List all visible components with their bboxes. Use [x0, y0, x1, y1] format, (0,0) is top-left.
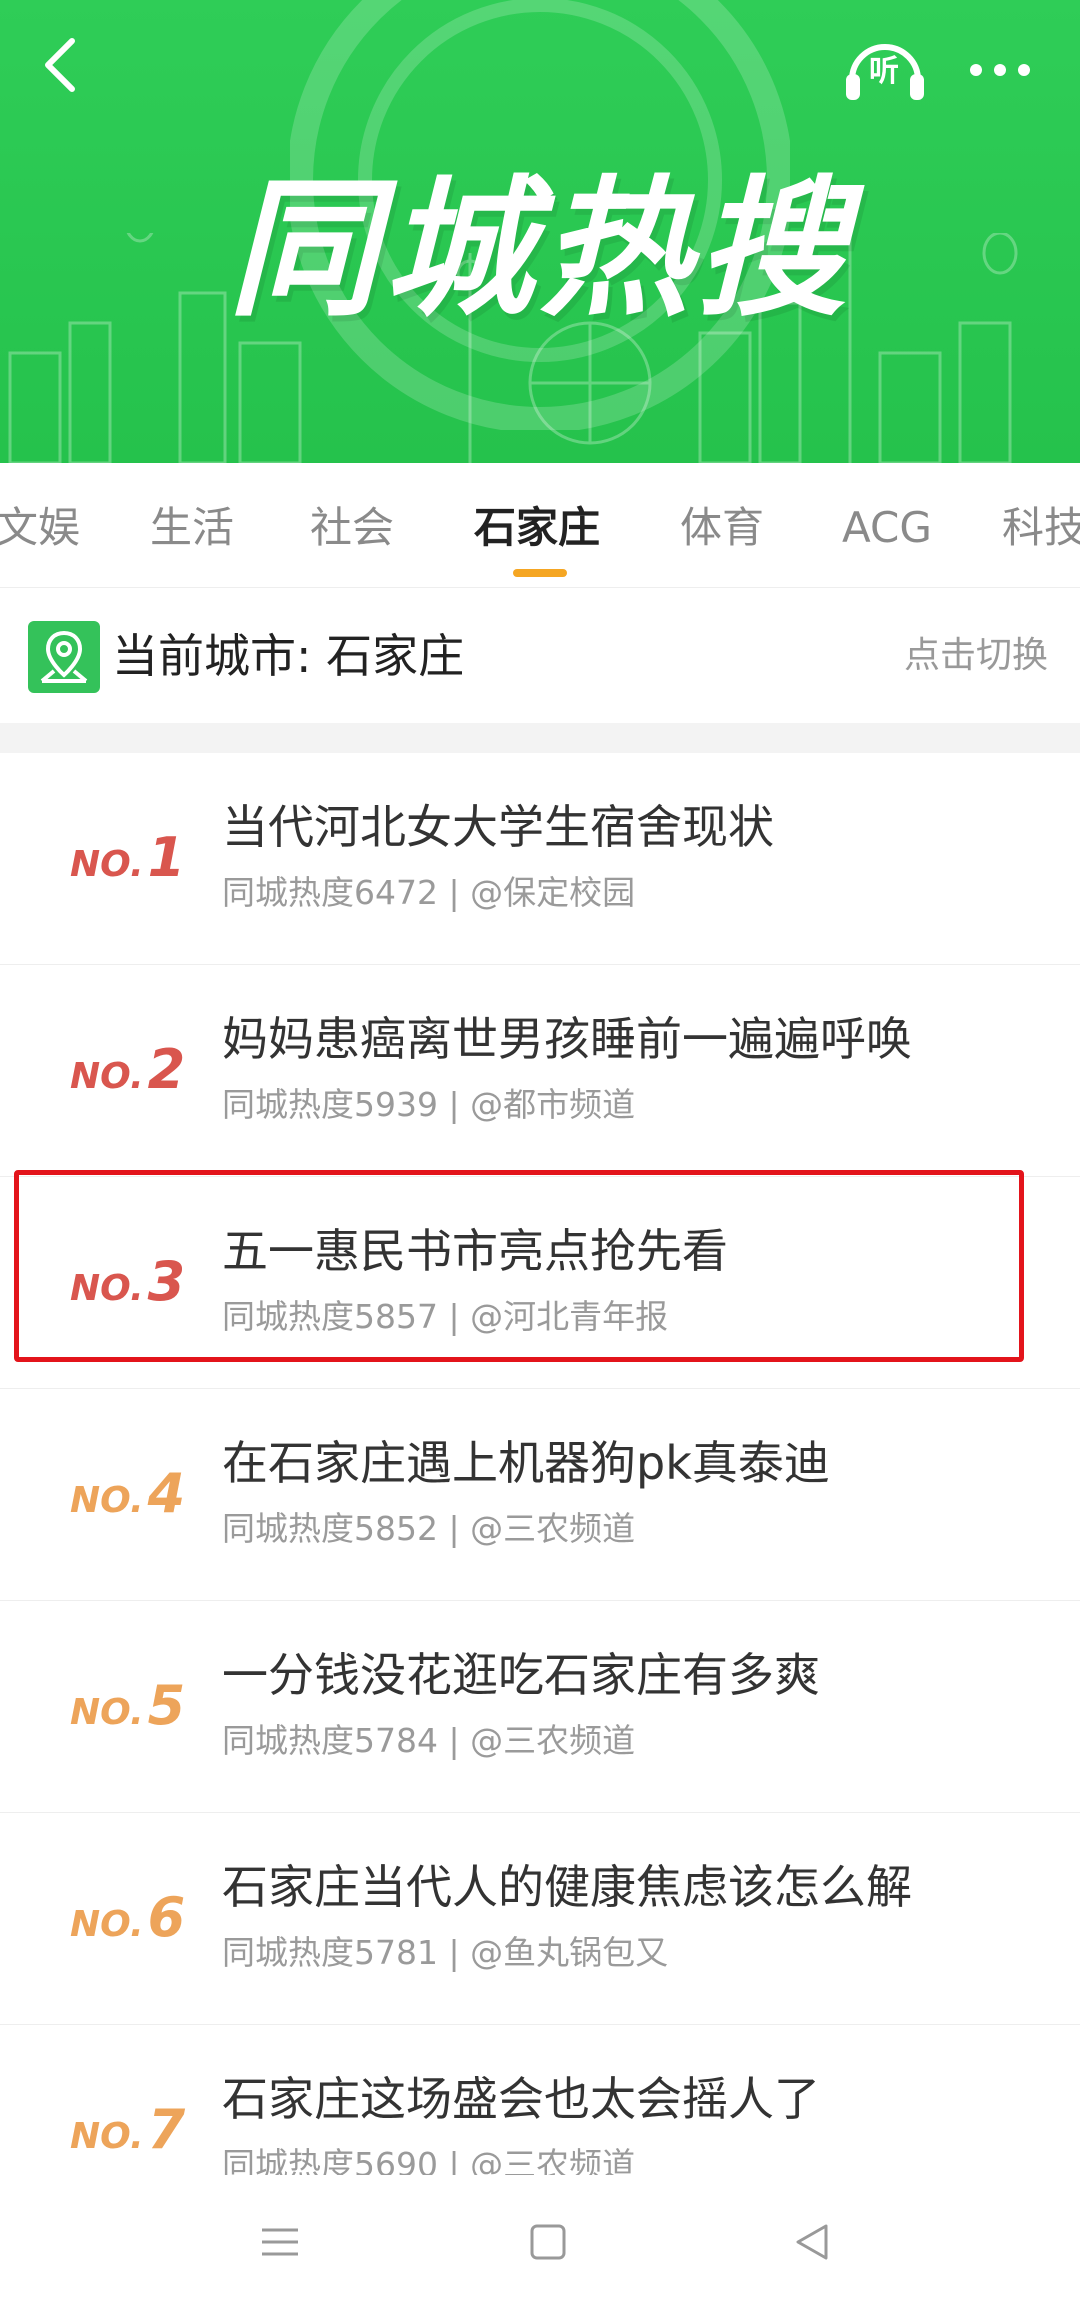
more-options-button[interactable]	[955, 40, 1045, 100]
rank-prefix: NO.	[70, 1480, 144, 1521]
rank-badge: NO.4	[70, 1449, 190, 1539]
rank-prefix: NO.	[70, 1056, 144, 1097]
hot-search-row[interactable]: NO.3 五一惠民书市亮点抢先看同城热度5857 | @河北青年报	[0, 1177, 1080, 1389]
rank-number: 2	[147, 1038, 186, 1101]
rank-prefix: NO.	[70, 1904, 144, 1945]
rank-prefix: NO.	[70, 2116, 144, 2157]
system-navigation-bar	[0, 2175, 1080, 2309]
listen-label: 听	[869, 54, 899, 89]
hot-search-row[interactable]: NO.6 石家庄当代人的健康焦虑该怎么解同城热度5781 | @鱼丸锅包又	[0, 1813, 1080, 2025]
hot-search-row[interactable]: NO.2 妈妈患癌离世男孩睡前一遍遍呼唤同城热度5939 | @都市频道	[0, 965, 1080, 1177]
rank-prefix: NO.	[70, 1268, 144, 1309]
rank-number: 4	[147, 1462, 186, 1525]
tab-sports[interactable]: 体育	[680, 463, 764, 587]
tab-tech[interactable]: 科技	[1002, 463, 1080, 587]
hot-search-meta: 同城热度5939 | @都市频道	[222, 1085, 636, 1124]
dot-icon	[994, 64, 1006, 76]
hot-search-row[interactable]: NO.1 当代河北女大学生宿舍现状同城热度6472 | @保定校园	[0, 753, 1080, 965]
rank-badge: NO.3	[70, 1237, 190, 1327]
menu-icon[interactable]	[220, 2195, 340, 2289]
hot-search-title: 当代河北女大学生宿舍现状	[222, 800, 774, 854]
page-title: 同城热搜	[227, 163, 852, 337]
section-divider	[0, 723, 1080, 753]
dot-icon	[970, 64, 982, 76]
hot-search-meta: 同城热度5852 | @三农频道	[222, 1509, 636, 1548]
rank-number: 6	[147, 1886, 186, 1949]
rank-number: 5	[147, 1674, 186, 1737]
tab-life[interactable]: 生活	[150, 463, 234, 587]
hot-search-title: 妈妈患癌离世男孩睡前一遍遍呼唤	[222, 1012, 912, 1066]
back-button[interactable]	[30, 30, 90, 100]
rank-number: 7	[147, 2098, 186, 2161]
hot-search-row[interactable]: NO.4 在石家庄遇上机器狗pk真泰迪同城热度5852 | @三农频道	[0, 1389, 1080, 1601]
rank-number: 1	[147, 826, 186, 889]
rank-prefix: NO.	[70, 844, 144, 885]
hot-search-title: 石家庄这场盛会也太会摇人了	[222, 2072, 820, 2126]
hot-search-meta: 同城热度5784 | @三农频道	[222, 1721, 636, 1760]
header-banner: 听 同城热搜	[0, 0, 1080, 463]
hot-search-title: 一分钱没花逛吃石家庄有多爽	[222, 1648, 820, 1702]
rank-badge: NO.2	[70, 1025, 190, 1115]
rank-badge: NO.5	[70, 1661, 190, 1751]
hot-search-title: 五一惠民书市亮点抢先看	[222, 1224, 728, 1278]
switch-city-link[interactable]: 点击切换	[904, 620, 1048, 692]
hot-search-title: 石家庄当代人的健康焦虑该怎么解	[222, 1860, 912, 1914]
rank-prefix: NO.	[70, 1692, 144, 1733]
rank-badge: NO.7	[70, 2085, 190, 2175]
listen-button[interactable]: 听	[840, 30, 930, 110]
hot-search-row[interactable]: NO.5 一分钱没花逛吃石家庄有多爽同城热度5784 | @三农频道	[0, 1601, 1080, 1813]
rank-badge: NO.6	[70, 1873, 190, 1963]
tab-entertainment[interactable]: 文娱	[0, 463, 80, 587]
home-square-icon[interactable]	[488, 2195, 608, 2289]
back-triangle-icon[interactable]	[752, 2195, 872, 2289]
current-city-bar: 当前城市: 石家庄 点击切换	[0, 588, 1080, 723]
dot-icon	[1018, 64, 1030, 76]
active-tab-indicator	[513, 569, 567, 577]
hot-search-meta: 同城热度5781 | @鱼丸锅包又	[222, 1933, 669, 1972]
tab-acg[interactable]: ACG	[842, 463, 932, 587]
current-city-label: 当前城市: 石家庄	[112, 629, 465, 683]
hot-search-title: 在石家庄遇上机器狗pk真泰迪	[222, 1436, 830, 1490]
rank-badge: NO.1	[70, 813, 190, 903]
location-map-icon	[28, 621, 100, 693]
tab-society[interactable]: 社会	[310, 463, 394, 587]
hot-search-meta: 同城热度5857 | @河北青年报	[222, 1297, 669, 1336]
category-tabs: 文娱 生活 社会 石家庄 体育 ACG 科技	[0, 463, 1080, 588]
chevron-left-icon	[45, 38, 75, 92]
hot-search-meta: 同城热度6472 | @保定校园	[222, 873, 636, 912]
rank-number: 3	[147, 1250, 186, 1313]
